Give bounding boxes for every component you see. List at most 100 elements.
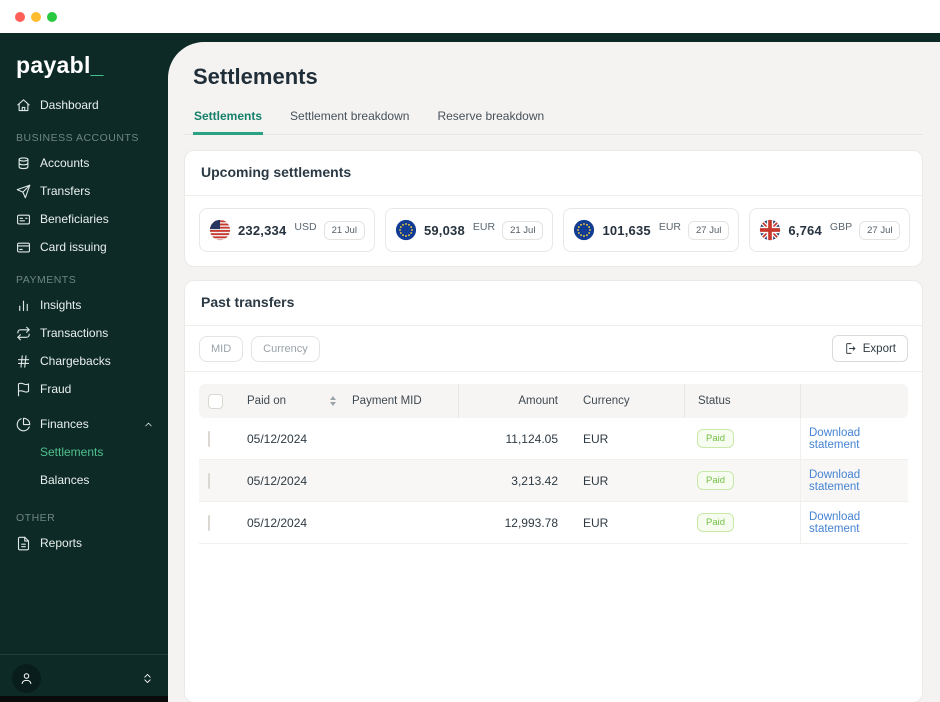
upcoming-card-usd: 232,334 USD 21 Jul (199, 208, 375, 252)
credit-card-icon (17, 242, 30, 252)
main-panel: Settlements Settlements Settlement break… (168, 42, 940, 702)
select-all-checkbox[interactable] (208, 393, 223, 409)
user-avatar[interactable] (12, 664, 41, 693)
sidebar-subitem-settlements[interactable]: Settlements (16, 438, 154, 466)
sidebar-item-transactions[interactable]: Transactions (16, 319, 154, 347)
sidebar-item-label: Chargebacks (40, 354, 111, 368)
settlement-currency: GBP (829, 221, 853, 233)
sidebar-item-fraud[interactable]: Fraud (16, 375, 154, 403)
paid-on-cell: 05/12/2024 (247, 515, 308, 530)
sidebar-item-label: Fraud (40, 382, 72, 396)
column-header-paid-on: Paid on (247, 395, 287, 407)
sidebar: payabl_ Dashboard BUSINESS ACCOUNTS Acco… (0, 33, 168, 702)
download-statement-link[interactable]: Download statement (809, 469, 908, 493)
sidebar-subitem-label: Balances (40, 473, 90, 487)
upcoming-settlements-title: Upcoming settlements (201, 164, 352, 180)
sidebar-item-card-issuing[interactable]: Card issuing (16, 233, 154, 261)
settlement-currency: EUR (658, 221, 682, 233)
table-row: 05/12/2024 12,993.78 EUR Paid Download s… (199, 502, 908, 544)
sidebar-item-insights[interactable]: Insights (16, 291, 154, 319)
currency-cell: EUR (583, 473, 609, 488)
upcoming-card-eur-1: 59,038 EUR 21 Jul (384, 208, 554, 252)
sort-icon[interactable] (330, 396, 336, 406)
sidebar-item-finances[interactable]: Finances (16, 410, 154, 438)
sidebar-item-label: Card issuing (40, 240, 107, 254)
minimize-window-button[interactable] (31, 11, 41, 22)
row-checkbox[interactable] (208, 472, 210, 489)
settlement-date-badge: 27 Jul (688, 220, 730, 240)
eu-flag-icon (395, 219, 417, 241)
sidebar-item-accounts[interactable]: Accounts (16, 149, 154, 177)
us-flag-icon (209, 219, 231, 241)
coins-icon (18, 156, 29, 169)
currency-filter-button[interactable]: Currency (251, 335, 320, 362)
settlement-currency: USD (294, 221, 317, 233)
row-checkbox[interactable] (208, 430, 210, 447)
table-row: 05/12/2024 11,124.05 EUR Paid Download s… (199, 418, 908, 460)
settlement-date-badge: 27 Jul (859, 220, 901, 240)
status-badge: Paid (697, 471, 735, 490)
filter-row: MID Currency Export (185, 326, 922, 372)
upcoming-card-eur-2: 101,635 EUR 27 Jul (563, 208, 740, 252)
past-transfers-title: Past transfers (201, 294, 295, 310)
amount-cell: 11,124.05 (505, 431, 559, 446)
export-button-label: Export (862, 342, 896, 355)
payabl-logo: payabl_ (0, 33, 168, 89)
tab-bar: Settlements Settlement breakdown Reserve… (184, 103, 923, 135)
sidebar-item-label: Dashboard (40, 98, 99, 112)
eu-flag-icon (574, 219, 595, 241)
tab-settlements[interactable]: Settlements (193, 103, 264, 135)
settlement-amount: 59,038 (423, 222, 465, 238)
currency-cell: EUR (583, 515, 609, 530)
account-switcher[interactable] (141, 672, 154, 685)
download-statement-link[interactable]: Download statement (809, 511, 908, 535)
table-row: 05/12/2024 3,213.42 EUR Paid Download st… (199, 460, 908, 502)
sidebar-section-other: OTHER (16, 512, 56, 524)
past-transfers-table: Paid on Payment MID Amount Currency Stat… (199, 384, 908, 544)
paid-on-cell: 05/12/2024 (247, 473, 308, 488)
logo-accent: _ (90, 52, 104, 78)
home-icon (17, 98, 30, 111)
app-window: payabl_ Dashboard BUSINESS ACCOUNTS Acco… (0, 0, 940, 702)
tab-settlement-breakdown[interactable]: Settlement breakdown (289, 103, 410, 134)
sidebar-item-transfers[interactable]: Transfers (16, 177, 154, 205)
column-header-status: Status (698, 395, 731, 407)
row-checkbox[interactable] (208, 514, 210, 531)
sidebar-item-chargebacks[interactable]: Chargebacks (16, 347, 154, 375)
sidebar-item-label: Finances (40, 417, 89, 431)
mid-filter-button[interactable]: MID (199, 335, 244, 362)
app-body: payabl_ Dashboard BUSINESS ACCOUNTS Acco… (0, 33, 940, 702)
bar-chart-icon (19, 300, 28, 311)
close-window-button[interactable] (15, 11, 25, 22)
tab-reserve-breakdown[interactable]: Reserve breakdown (436, 103, 545, 134)
settlement-amount: 101,635 (602, 222, 651, 238)
upcoming-cards-row: 232,334 USD 21 Jul 59,038 EUR 21 Jul 101… (185, 196, 922, 266)
export-icon (845, 343, 856, 354)
sidebar-subitem-label: Settlements (40, 445, 104, 459)
paid-on-cell: 05/12/2024 (247, 431, 308, 446)
column-header-currency: Currency (583, 395, 630, 407)
chevron-up-icon (145, 422, 152, 426)
sidebar-user-footer (0, 654, 168, 702)
settlement-amount: 232,334 (238, 222, 287, 238)
sidebar-item-label: Insights (40, 298, 82, 312)
repeat-icon (17, 326, 30, 340)
amount-cell: 3,213.42 (511, 473, 558, 488)
sidebar-item-beneficiaries[interactable]: Beneficiaries (16, 205, 154, 233)
download-statement-link[interactable]: Download statement (809, 427, 908, 451)
zoom-window-button[interactable] (47, 11, 57, 22)
pie-chart-icon (16, 417, 31, 431)
sidebar-item-label: Beneficiaries (40, 212, 109, 226)
sidebar-subitem-balances[interactable]: Balances (16, 466, 154, 494)
send-icon (16, 184, 31, 198)
sidebar-item-dashboard[interactable]: Dashboard (16, 91, 154, 119)
sidebar-item-label: Accounts (40, 156, 90, 170)
hash-icon (17, 354, 30, 368)
export-button[interactable]: Export (831, 335, 908, 362)
status-badge: Paid (697, 513, 735, 532)
logo-text: payabl (16, 52, 91, 78)
titlebar (0, 0, 940, 33)
sidebar-item-reports[interactable]: Reports (16, 529, 154, 557)
settlement-amount: 6,764 (788, 222, 822, 238)
sidebar-item-label: Transactions (40, 326, 109, 340)
